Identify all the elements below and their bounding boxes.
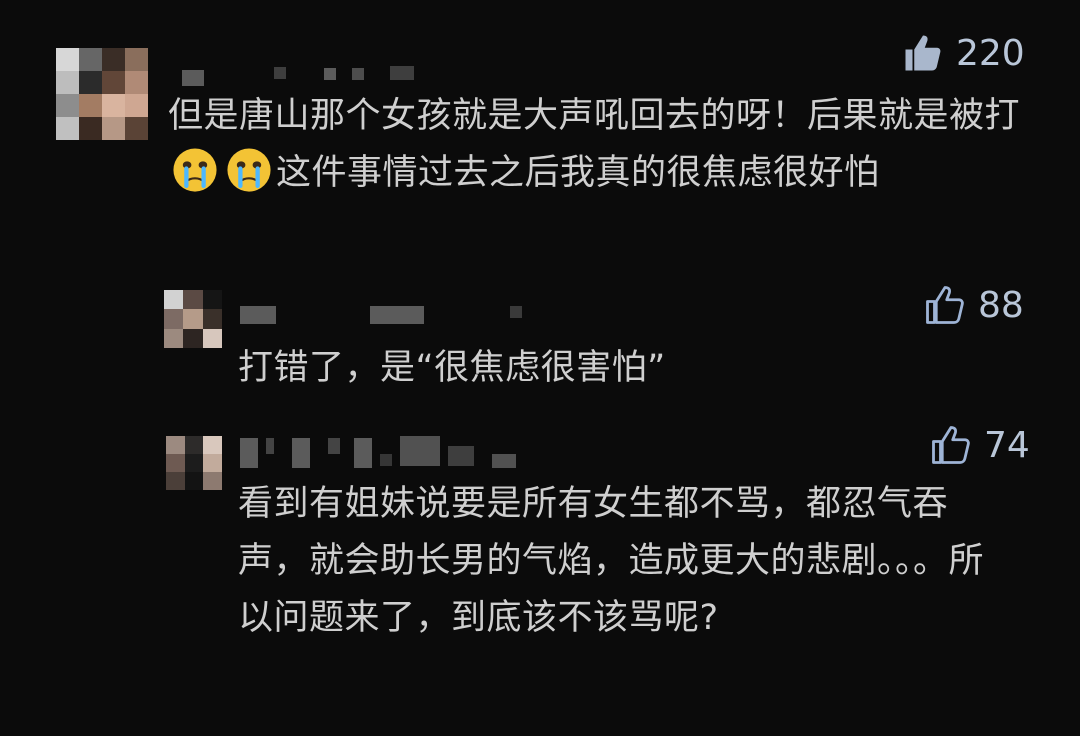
avatar[interactable] <box>164 290 222 348</box>
thumbs-up-icon <box>905 35 941 71</box>
avatar[interactable] <box>56 48 148 140</box>
avatar[interactable] <box>166 436 222 490</box>
username-blurred[interactable] <box>240 306 540 336</box>
comment-main: 220 但是唐山那个女孩就是大声吼回去的呀！后果就是被打 这件事情过去之后我真的… <box>0 0 1080 270</box>
reply-2: 74 看到有姐妹说要是所有女生都不骂，都忍气吞声，就会助长男的气焰，造成更大的悲… <box>0 410 1080 736</box>
username-blurred[interactable] <box>240 436 540 468</box>
like-count: 220 <box>956 32 1025 74</box>
comment-text: 但是唐山那个女孩就是大声吼回去的呀！后果就是被打 这件事情过去之后我真的很焦虑很… <box>168 88 1028 202</box>
like-count: 74 <box>984 424 1030 466</box>
thumbs-up-icon <box>926 286 964 324</box>
comment-text: 打错了，是“很焦虑很害怕” <box>238 348 666 388</box>
crying-face-icon <box>173 148 217 192</box>
like-button[interactable]: 74 <box>930 424 1030 466</box>
comment-text-part2: 这件事情过去之后我真的很焦虑很好怕 <box>276 153 880 193</box>
like-button[interactable]: 88 <box>924 284 1024 326</box>
like-count: 88 <box>978 284 1024 326</box>
thumbs-up-icon <box>932 426 970 464</box>
reply-1: 88 打错了，是“很焦虑很害怕” <box>0 270 1080 410</box>
crying-face-icon <box>227 148 271 192</box>
comment-text: 看到有姐妹说要是所有女生都不骂，都忍气吞声，就会助长男的气焰，造成更大的悲剧。。… <box>238 484 985 638</box>
like-button[interactable]: 220 <box>902 32 1025 74</box>
comment-text-part1: 但是唐山那个女孩就是大声吼回去的呀！后果就是被打 <box>168 96 1021 136</box>
